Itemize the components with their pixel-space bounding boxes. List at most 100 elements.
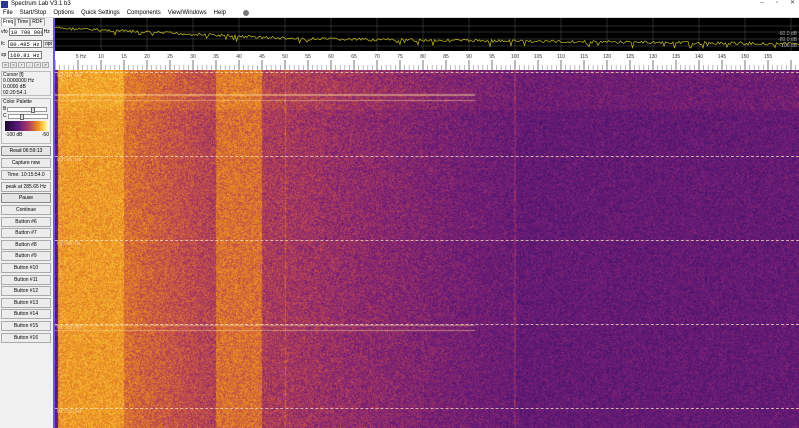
time-marker-line	[55, 408, 799, 409]
spectrum-trace	[54, 26, 799, 50]
panel-button-13[interactable]: Button #13	[1, 298, 51, 308]
color-palette-bar	[5, 121, 49, 131]
palette-title: Color Palette	[3, 99, 32, 105]
nav-button-fast-right[interactable]: »	[42, 62, 49, 68]
ruler-label: 55	[305, 54, 311, 60]
palette-min: -100 dB	[5, 132, 23, 138]
ruler-label: 130	[649, 54, 658, 60]
panel-button-10[interactable]: Button #10	[1, 263, 51, 273]
waterfall-timestamp: 01:55:00	[57, 325, 82, 331]
nav-button-right[interactable]: >	[34, 62, 41, 68]
panel-button-7[interactable]: Button #7	[1, 228, 51, 238]
nav-button-center[interactable]: -	[26, 62, 33, 68]
window-title: Spectrum Lab V3.1 b3	[11, 1, 71, 7]
panel-button-1[interactable]: Capture now	[1, 158, 51, 168]
ruler-label: 60	[328, 54, 334, 60]
nav-button-step-left[interactable]: ‹	[18, 62, 25, 68]
ruler-label: 5 Hz	[76, 54, 87, 60]
fc-label: fc	[1, 40, 5, 47]
panel-button-11[interactable]: Button #11	[1, 275, 51, 285]
ruler-label: 80	[420, 54, 426, 60]
minimize-button[interactable]: –	[760, 0, 763, 7]
panel-button-8[interactable]: Button #8	[1, 240, 51, 250]
maximize-button[interactable]: ▫	[776, 0, 778, 7]
waterfall-canvas[interactable]	[55, 70, 799, 428]
ruler-label: 40	[236, 54, 242, 60]
color-palette-group: Color Palette B C -100 dB -50	[1, 98, 51, 144]
title-bar: Spectrum Lab V3.1 b3 – ▫ ✕	[0, 0, 799, 9]
vfo-label: vfo	[1, 28, 8, 35]
ruler-label: 105	[534, 54, 543, 60]
waterfall-timestamp: 02:00:01	[57, 241, 82, 247]
panel-button-15[interactable]: Button #15	[1, 321, 51, 331]
close-button[interactable]: ✕	[790, 0, 795, 7]
ruler-label: 115	[580, 54, 588, 60]
time-marker-line	[55, 240, 799, 241]
ruler-label: 20	[144, 54, 150, 60]
status-indicator-icon[interactable]	[243, 10, 250, 16]
ruler-label: 95	[489, 54, 495, 60]
ruler-label: 135	[672, 54, 681, 60]
menu-view-windows[interactable]: View/Windows	[168, 10, 207, 17]
cursor-time: 02:20:54.1	[3, 90, 27, 96]
frequency-ruler[interactable]: 5 Hz 10 15 20 25 30 35 40 45 50 55 60 65 70 75 80 85 90 95…	[54, 51, 799, 70]
spectrum-graph[interactable]: -60.0 dB -80.0 dB -100 dB	[54, 18, 799, 51]
time-marker-line	[55, 156, 799, 157]
nav-button-fast-left[interactable]: «	[2, 62, 9, 68]
fc-input[interactable]: 80.485 Hz	[8, 40, 42, 48]
ruler-label: 125	[626, 54, 635, 60]
panel-button-3[interactable]: peak at 285.65 Hz	[1, 182, 51, 192]
ruler-label: 120	[603, 54, 612, 60]
contrast-label: C	[3, 113, 7, 119]
ruler-label: 140	[695, 54, 704, 60]
panel-button-0[interactable]: Read 06:59:13	[1, 146, 51, 156]
tab-rdf[interactable]: RDF	[30, 18, 45, 26]
waterfall-display[interactable]: 02:10:00 02:05:01 02:00:01 01:55:00 01:50:00	[55, 70, 799, 428]
sp-input[interactable]: 160.81 Hz	[8, 51, 42, 59]
vfo-unit: Hz	[43, 28, 50, 35]
brightness-slider[interactable]	[7, 106, 48, 113]
ruler-label: 35	[213, 54, 219, 60]
panel-button-14[interactable]: Button #14	[1, 309, 51, 319]
panel-button-9[interactable]: Button #9	[1, 251, 51, 261]
menu-bar: File Start/Stop Options Quick Settings C…	[0, 9, 799, 18]
palette-max: -50	[41, 132, 49, 138]
tab-time[interactable]: Time	[15, 18, 31, 26]
vfo-input[interactable]: 10 700 000	[8, 28, 43, 36]
panel-button-6[interactable]: Button #6	[1, 217, 51, 227]
db-label-100: -100 dB	[779, 43, 797, 49]
ruler-label: 70	[374, 54, 380, 60]
waterfall-timestamp: 02:05:01	[57, 157, 82, 163]
app-icon	[1, 1, 8, 8]
panel-button-5[interactable]: Continue	[1, 205, 51, 215]
waterfall-timestamp: 02:10:00	[57, 73, 82, 79]
panel-button-4[interactable]: Pause	[1, 193, 51, 203]
tab-freq[interactable]: Freq	[1, 18, 16, 26]
ruler-label: 100	[511, 54, 520, 60]
ruler-label: 50	[282, 54, 288, 60]
menu-components[interactable]: Components	[127, 10, 161, 17]
ruler-label: 150	[741, 54, 750, 60]
time-marker-line	[55, 72, 799, 73]
ruler-label: 10	[98, 54, 104, 60]
time-marker-line	[55, 324, 799, 325]
ruler-label: 25	[167, 54, 173, 60]
ruler-label: 30	[190, 54, 196, 60]
ruler-label: 155	[764, 54, 773, 60]
panel-button-12[interactable]: Button #12	[1, 286, 51, 296]
ruler-label: 45	[259, 54, 265, 60]
brightness-label: B	[3, 106, 7, 112]
menu-help[interactable]: Help	[214, 10, 226, 17]
ruler-label: 145	[718, 54, 727, 60]
ruler-label: 15	[121, 54, 127, 60]
ruler-label: 75	[397, 54, 403, 60]
ruler-label: 65	[351, 54, 357, 60]
menu-quick-settings[interactable]: Quick Settings	[81, 10, 120, 17]
menu-start-stop[interactable]: Start/Stop	[20, 10, 47, 17]
menu-file[interactable]: File	[3, 10, 13, 17]
panel-button-16[interactable]: Button #16	[1, 333, 51, 343]
menu-options[interactable]: Options	[53, 10, 74, 17]
contrast-slider[interactable]	[7, 113, 48, 120]
nav-button-left[interactable]: <	[10, 62, 17, 68]
panel-button-2[interactable]: Time: 10:15:54.0	[1, 170, 51, 180]
